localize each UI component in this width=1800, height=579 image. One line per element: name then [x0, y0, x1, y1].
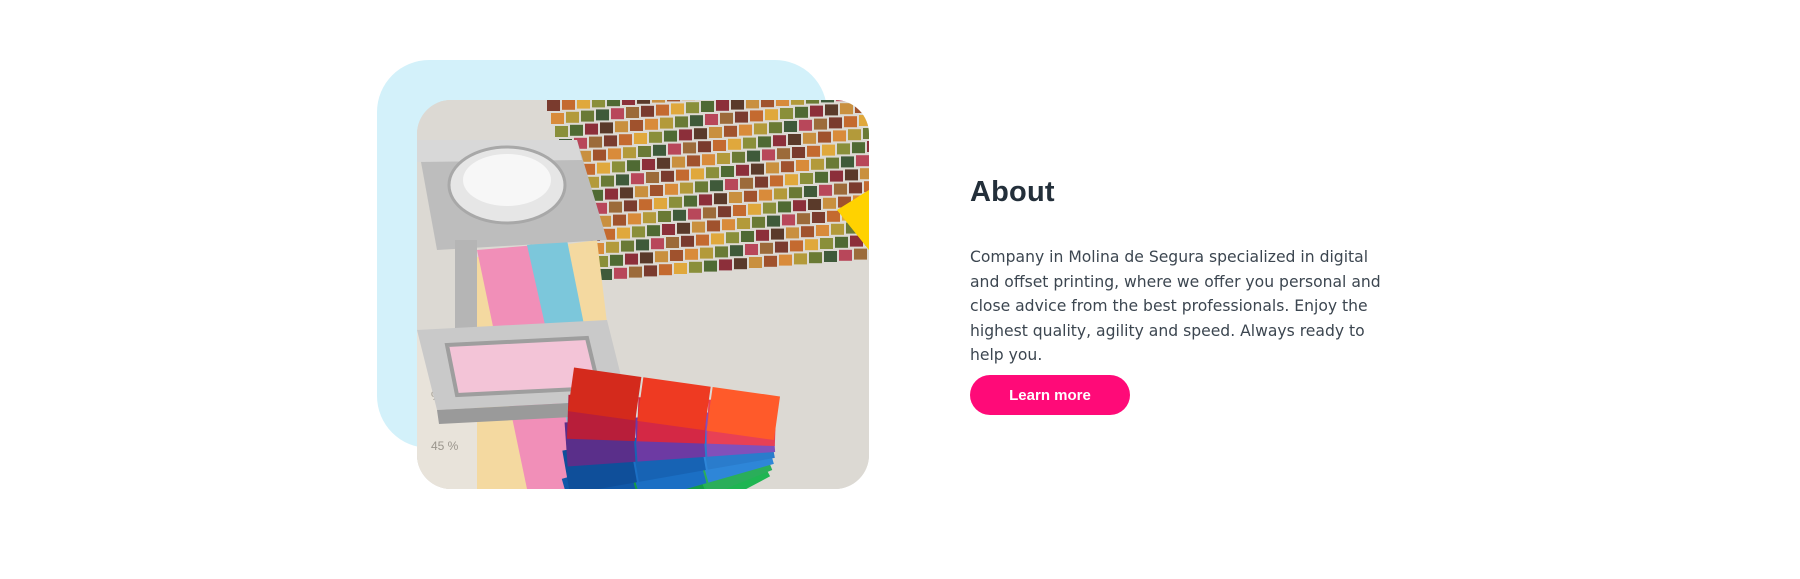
about-title: About: [970, 176, 1055, 208]
about-section: % 45 % About Company in Molina de Segura…: [0, 0, 1800, 579]
learn-more-button[interactable]: Learn more: [970, 375, 1130, 415]
about-description: Company in Molina de Segura specialized …: [970, 248, 1381, 364]
svg-text:45 %: 45 %: [431, 439, 459, 453]
about-photo: % 45 %: [417, 100, 869, 489]
